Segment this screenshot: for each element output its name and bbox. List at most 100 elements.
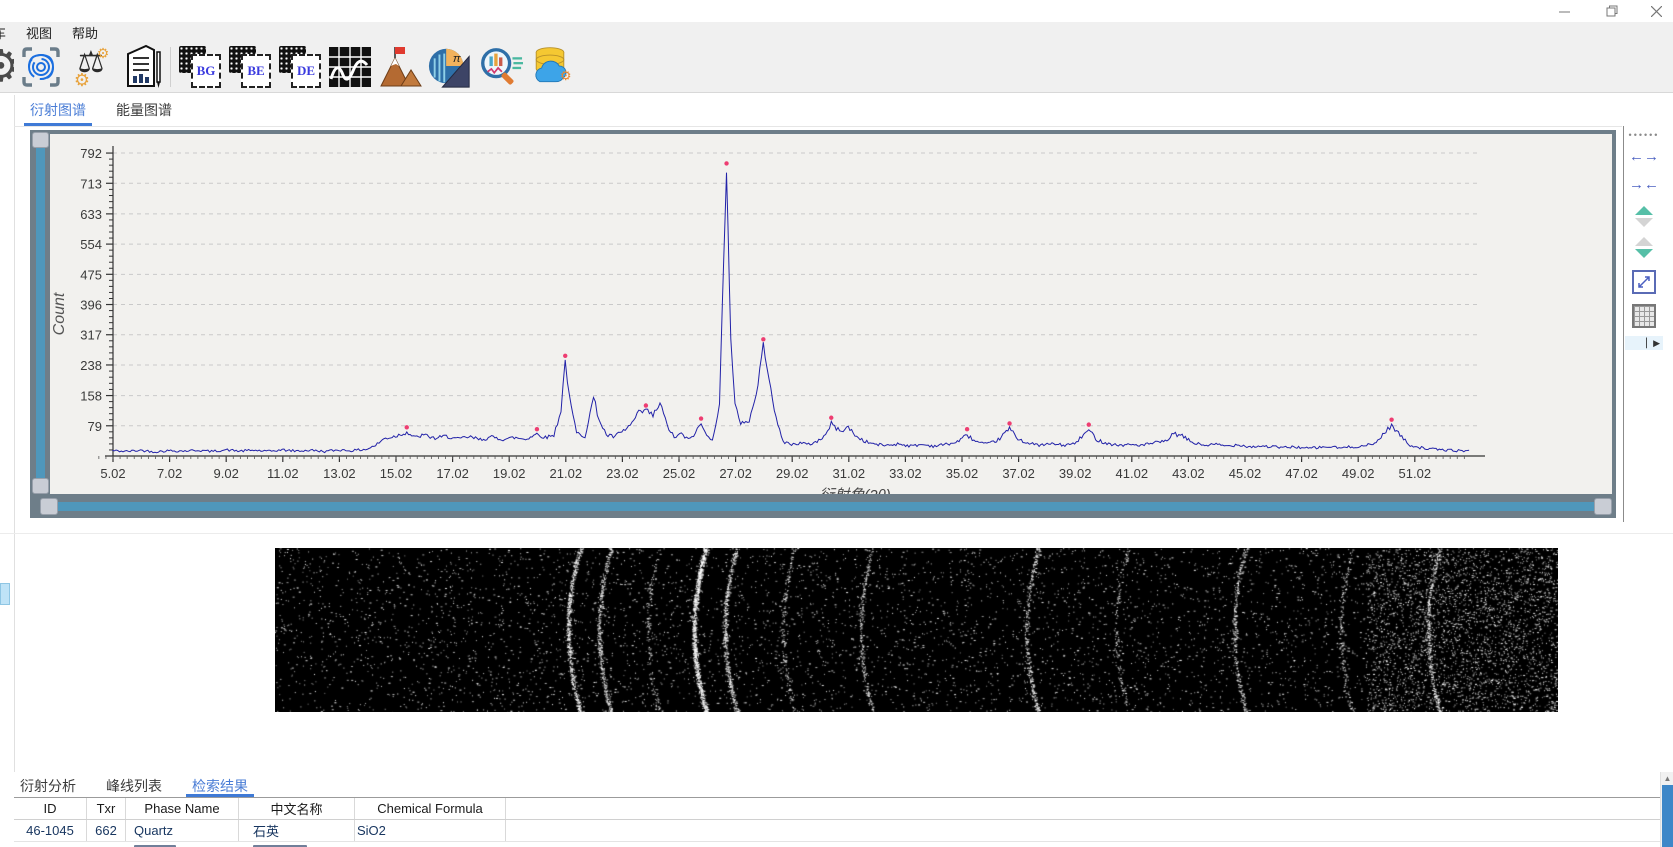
up-triangle-icon [1635,206,1653,215]
svg-text:25.02: 25.02 [663,466,696,481]
plot-area[interactable]: 791582383173964755546337137925.027.029.0… [50,134,1612,494]
svg-text:27.02: 27.02 [719,466,752,481]
svg-text:11.02: 11.02 [267,466,299,481]
spectrum-search-button[interactable] [477,44,523,90]
expand-horizontal-button[interactable]: ←→ [1629,144,1659,168]
de-button[interactable]: DE [277,44,323,90]
up-triangle-icon [1635,237,1653,246]
mountain-flag-icon [377,44,423,90]
svg-text:633: 633 [80,207,102,222]
table-row[interactable]: 46-1045 662 Quartz 石英 SiO2 [14,820,1660,842]
column-header-chinese-name[interactable]: 中文名称 [239,798,355,819]
fullscreen-button[interactable] [1632,270,1656,294]
svg-text:554: 554 [80,237,102,252]
table-scrollbar: ▲ [1660,772,1673,847]
svg-text:15.02: 15.02 [380,466,413,481]
svg-text:⚙: ⚙ [97,45,110,61]
database-cloud-icon: ⚙ [527,43,573,91]
svg-text:475: 475 [80,267,102,282]
svg-text:⚙: ⚙ [74,70,90,90]
panel-divider [14,95,15,772]
scrollbar-up-arrow[interactable]: ▲ [1661,772,1673,784]
svg-text:317: 317 [80,328,102,343]
svg-text:39.02: 39.02 [1059,466,1092,481]
spectrum-tab-bar: 衍射图谱 能量图谱 [28,96,174,126]
svg-text:13.02: 13.02 [323,466,356,481]
tab-diffraction-analysis[interactable]: 衍射分析 [18,772,78,797]
be-button[interactable]: BE [227,44,273,90]
svg-text:9.02: 9.02 [214,466,239,481]
bg-subtract-button[interactable]: BG [177,44,223,90]
horizontal-slider-track[interactable] [56,502,1596,511]
svg-text:792: 792 [80,146,102,161]
balance-gear-icon: ⚖ ⚙ ⚙ [68,44,114,90]
column-header-txr[interactable]: Txr [87,798,126,819]
svg-text:5.02: 5.02 [100,466,125,481]
svg-text:33.02: 33.02 [889,466,922,481]
tab-peak-list[interactable]: 峰线列表 [104,772,164,797]
cell-txr: 662 [87,820,126,841]
vertical-slider-track[interactable] [36,140,45,484]
horizontal-slider-handle-left[interactable] [40,498,58,515]
collapse-panel-button[interactable]: ▏▶ [1625,336,1663,350]
bg-doc-icon: BG [179,46,221,88]
title-bar [0,0,1673,22]
report-document-icon [118,44,164,90]
svg-text:衍射角(2θ): 衍射角(2θ) [819,487,890,494]
down-triangle-icon [1635,218,1653,227]
drag-handle-icon[interactable]: •••••• [1629,130,1660,140]
table-header-row: ID Txr Phase Name 中文名称 Chemical Formula [14,798,1660,820]
tab-search-results[interactable]: 检索结果 [190,772,250,797]
svg-text:43.02: 43.02 [1172,466,1205,481]
peak-search-button[interactable] [377,44,423,90]
tab-bar-divider [14,126,1622,127]
column-header-phase-name[interactable]: Phase Name [126,798,239,819]
close-button[interactable] [1633,0,1673,22]
calibration-button[interactable]: ⚖ ⚙ ⚙ [68,44,114,90]
scroll-up-button[interactable] [1635,206,1653,227]
svg-text:19.02: 19.02 [493,466,526,481]
expand-horizontal-icon: ←→ [1629,148,1659,165]
geometry-analysis-button[interactable]: π [427,44,473,90]
menu-help[interactable]: 帮助 [62,23,108,42]
cell-id: 46-1045 [14,820,87,841]
collapse-horizontal-button[interactable]: →← [1629,172,1659,196]
grid-view-button[interactable] [1632,304,1656,328]
svg-text:π: π [453,53,461,65]
curve-grid-icon [327,45,373,89]
vertical-slider-handle-top[interactable] [32,132,49,148]
svg-text:238: 238 [80,358,102,373]
svg-text:29.02: 29.02 [776,466,809,481]
settings-button[interactable]: ⚙ [0,44,14,90]
docked-panel-tab[interactable] [0,583,10,605]
column-header-chemical-formula[interactable]: Chemical Formula [355,798,506,819]
database-cloud-button[interactable]: ⚙ [527,44,573,90]
menu-database[interactable]: 车 [0,23,16,42]
scrollbar-thumb[interactable] [1662,785,1673,847]
chart-side-toolbar: •••••• ←→ →← ▏▶ [1623,126,1664,522]
minimize-button[interactable] [1541,0,1587,22]
pie-triangle-icon: π [427,44,473,90]
main-toolbar: ⚙ ⚖ ⚙ ⚙ [0,42,1673,93]
cell-chemical-formula: SiO2 [355,820,506,841]
tab-energy-spectrum[interactable]: 能量图谱 [114,96,174,126]
svg-text:45.02: 45.02 [1229,466,1262,481]
svg-text:37.02: 37.02 [1002,466,1035,481]
curve-grid-button[interactable] [327,44,373,90]
report-button[interactable] [118,44,164,90]
svg-text:35.02: 35.02 [946,466,979,481]
collapse-right-icon: ▏▶ [1646,338,1660,349]
vertical-slider-handle-bottom[interactable] [32,478,49,494]
identify-button[interactable] [18,44,64,90]
scroll-down-button[interactable] [1635,237,1653,258]
menu-bar: 车 视图 帮助 [0,22,1673,42]
svg-text:Count: Count [51,292,68,335]
toolbar-separator [170,47,171,87]
restore-button[interactable] [1589,0,1635,22]
horizontal-slider-handle-right[interactable] [1594,498,1612,515]
tab-diffraction-pattern[interactable]: 衍射图谱 [28,96,88,126]
fingerprint-icon [19,45,63,89]
menu-view[interactable]: 视图 [16,23,62,42]
column-header-id[interactable]: ID [14,798,87,819]
de-doc-icon: DE [279,46,321,88]
